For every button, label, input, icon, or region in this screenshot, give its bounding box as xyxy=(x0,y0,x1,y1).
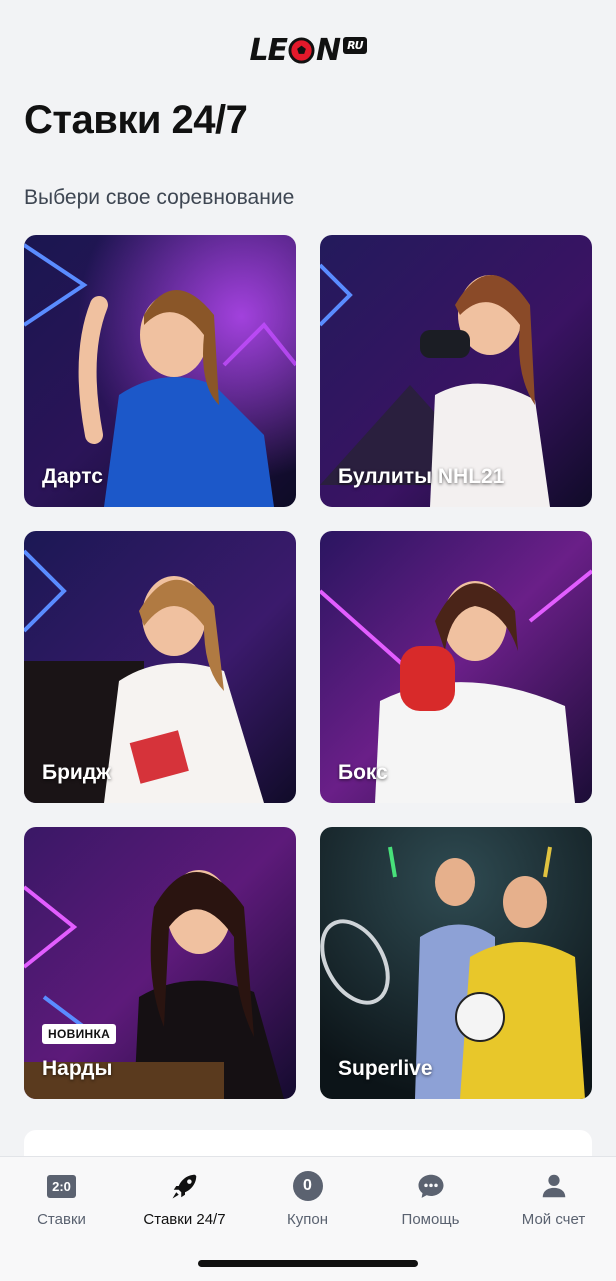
rocket-icon xyxy=(172,1174,196,1199)
card-nhl-shootouts[interactable]: Буллиты NHL21 xyxy=(320,235,592,507)
chat-icon xyxy=(418,1174,443,1198)
home-indicator xyxy=(198,1260,418,1267)
card-label: Нарды xyxy=(42,1057,113,1080)
card-label: Бокс xyxy=(338,761,388,784)
card-superlive[interactable]: Superlive xyxy=(320,827,592,1099)
tab-my-account[interactable]: Мой счет xyxy=(492,1157,615,1247)
logo-ru-badge: RU xyxy=(343,36,367,54)
card-label: Буллиты NHL21 xyxy=(338,465,505,488)
card-bridge[interactable]: Бридж xyxy=(24,531,296,803)
logo-text-left: LE xyxy=(249,32,288,68)
tab-label: Ставки 24/7 xyxy=(143,1211,226,1228)
tab-help[interactable]: Помощь xyxy=(369,1157,492,1247)
tab-bets[interactable]: 2:0 Ставки xyxy=(0,1157,123,1247)
logo-text-right: N xyxy=(316,32,341,68)
tab-label: Купон xyxy=(287,1211,328,1228)
score-icon: 2:0 xyxy=(47,1174,76,1198)
tab-bets-24-7[interactable]: Ставки 24/7 xyxy=(123,1157,246,1247)
card-label: Superlive xyxy=(338,1057,433,1080)
tab-label: Ставки xyxy=(37,1211,86,1228)
page-subtitle: Выбери свое соревнование xyxy=(24,186,295,209)
new-badge: НОВИНКА xyxy=(42,1024,117,1044)
leon-logo: LE N RU xyxy=(0,30,616,70)
page-title: Ставки 24/7 xyxy=(24,98,248,142)
tab-coupon[interactable]: 0 Купон xyxy=(246,1157,369,1247)
tab-label: Помощь xyxy=(401,1211,460,1228)
card-label: Дартс xyxy=(42,465,103,488)
card-boxing[interactable]: Бокс xyxy=(320,531,592,803)
card-label: Бридж xyxy=(42,761,112,784)
user-icon xyxy=(542,1174,565,1198)
card-backgammon[interactable]: НОВИНКА Нарды xyxy=(24,827,296,1099)
soccer-ball-icon xyxy=(288,36,315,64)
card-darts[interactable]: Дартс xyxy=(24,235,296,507)
coupon-count-icon: 0 xyxy=(292,1171,323,1201)
tab-label: Мой счет xyxy=(521,1211,586,1228)
